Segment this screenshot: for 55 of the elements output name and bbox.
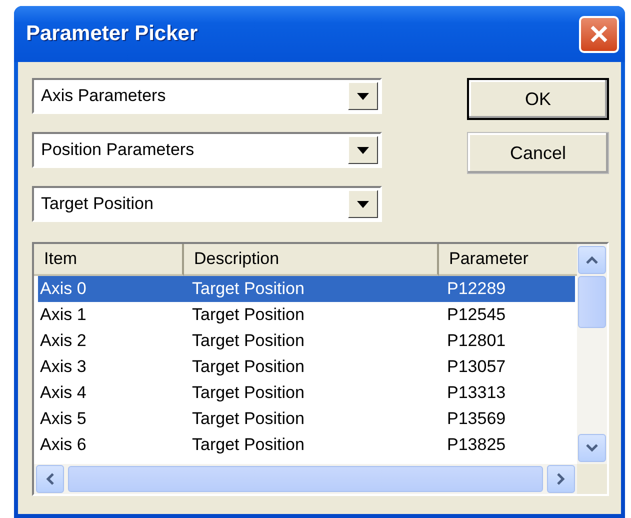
table-cell-text: P13569 <box>446 409 507 429</box>
close-button[interactable] <box>579 16 619 52</box>
dropdown[interactable]: Position Parameters <box>32 132 382 168</box>
list-row[interactable]: Axis 5 Target Position P13569 <box>38 406 575 432</box>
table-cell-text: P13313 <box>446 383 507 403</box>
list-row[interactable]: Axis 3 Target Position P13057 <box>38 354 575 380</box>
list-row[interactable]: Axis 1 Target Position P12545 <box>38 302 575 328</box>
table-cell-text: P12801 <box>446 331 507 351</box>
table-cell-text: Target Position <box>191 305 306 325</box>
scroll-down-button[interactable] <box>578 434 606 462</box>
table-cell-text: Axis 1 <box>39 305 88 325</box>
scroll-up-button[interactable] <box>578 246 606 274</box>
horizontal-scrollbar[interactable] <box>34 464 577 494</box>
scroll-left-button[interactable] <box>36 465 64 493</box>
table-cell-text: P13825 <box>446 435 507 455</box>
table-cell-text: P12289 <box>446 279 507 299</box>
table-cell-text: Target Position <box>191 435 306 455</box>
column-header[interactable]: Item <box>34 244 184 276</box>
table-cell-text: P13057 <box>446 357 507 377</box>
scroll-right-button[interactable] <box>547 465 575 493</box>
scroll-thumb[interactable] <box>578 276 606 328</box>
table-cell-text: Target Position <box>191 357 306 377</box>
table-cell-text: Axis 6 <box>39 435 88 455</box>
default-button[interactable]: OK <box>467 78 609 120</box>
chevron-icon <box>586 443 598 453</box>
chevron-icon <box>45 473 55 485</box>
column-header[interactable]: Description <box>184 244 439 276</box>
table-cell-text: Axis 0 <box>39 279 88 299</box>
table-cell-text: Target Position <box>191 331 306 351</box>
chevron-icon <box>556 473 566 485</box>
table-cell-text: Target Position <box>191 383 306 403</box>
table-cell-text: Axis 4 <box>39 383 88 403</box>
list-row[interactable]: Axis 2 Target Position P12801 <box>38 328 575 354</box>
table-cell-text: Axis 2 <box>39 331 88 351</box>
list-row[interactable]: Axis 0 Target Position P12289 <box>38 276 575 302</box>
caret-icon <box>357 92 369 100</box>
vertical-scrollbar[interactable] <box>577 244 607 464</box>
list-row[interactable]: Axis 6 Target Position P13825 <box>38 432 575 458</box>
dialog-button[interactable]: Cancel <box>467 132 609 174</box>
table-cell-text: Axis 5 <box>39 409 88 429</box>
scrollbar-corner <box>577 464 607 494</box>
table-cell-text: P12545 <box>446 305 507 325</box>
table-cell-text: Axis 3 <box>39 357 88 377</box>
caret-icon <box>357 200 369 208</box>
caret-icon <box>357 146 369 154</box>
scroll-thumb[interactable] <box>68 466 543 492</box>
dropdown[interactable]: Axis Parameters <box>32 78 382 114</box>
chevron-icon <box>586 255 598 265</box>
table-cell-text: Target Position <box>191 409 306 429</box>
dropdown[interactable]: Target Position <box>32 186 382 222</box>
column-header[interactable]: Parameter <box>439 244 577 276</box>
list-row[interactable]: Axis 4 Target Position P13313 <box>38 380 575 406</box>
close-icon <box>589 24 609 44</box>
window-title: Parameter Picker <box>26 22 198 46</box>
table-cell-text: Target Position <box>191 279 306 299</box>
